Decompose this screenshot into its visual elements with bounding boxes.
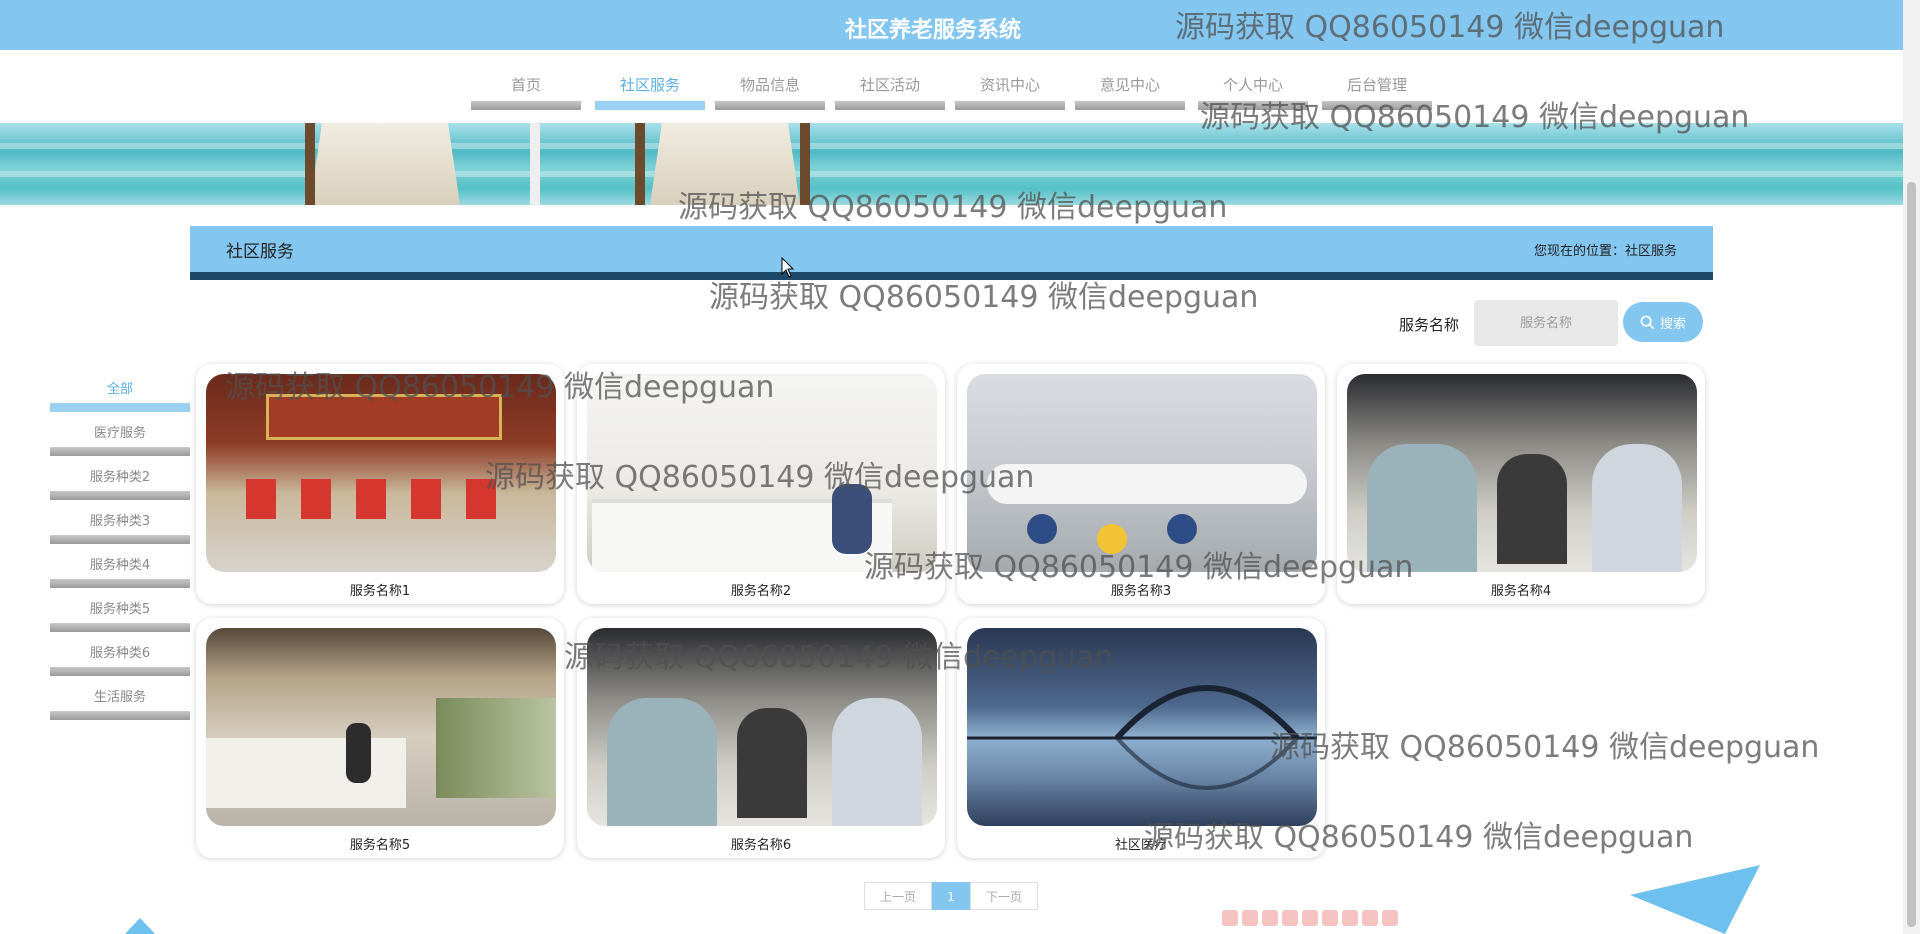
- site-title: 社区养老服务系统: [845, 18, 1022, 43]
- nav-item-label: 社区服务: [619, 76, 680, 94]
- watermark-text: 源码获取 QQ86050149 微信deepguan: [225, 370, 775, 405]
- search-button[interactable]: 搜索: [1623, 302, 1703, 342]
- category-label: 服务种类3: [89, 514, 151, 529]
- watermark-text: 源码获取 QQ86050149 微信deepguan: [864, 550, 1414, 585]
- category-label: 医疗服务: [93, 426, 146, 441]
- search-label: 服务名称: [1399, 316, 1460, 334]
- category-label: 服务种类4: [89, 558, 151, 573]
- beach-chair-image: [310, 123, 460, 205]
- nav-item-home[interactable]: 首页: [471, 74, 581, 110]
- category-type-2[interactable]: 服务种类2: [50, 456, 190, 500]
- category-label: 生活服务: [93, 690, 146, 705]
- nav-item-community-activities[interactable]: 社区活动: [835, 74, 945, 110]
- nav-item-feedback-center[interactable]: 意见中心: [1075, 74, 1185, 110]
- service-card[interactable]: 服务名称5: [196, 618, 564, 858]
- service-name: 服务名称5: [349, 838, 411, 853]
- decorative-triangle: [125, 918, 155, 934]
- decorative-triangle: [1630, 865, 1760, 934]
- category-type-4[interactable]: 服务种类4: [50, 544, 190, 588]
- nav-item-label: 意见中心: [1099, 76, 1160, 94]
- next-page-button[interactable]: 下一页: [970, 882, 1038, 910]
- vertical-scrollbar[interactable]: [1903, 0, 1920, 934]
- section-title: 社区服务: [226, 242, 294, 262]
- category-medical-service[interactable]: 医疗服务: [50, 412, 190, 456]
- search-button-label: 搜索: [1659, 316, 1686, 332]
- search-icon: [1640, 315, 1655, 329]
- category-label: 服务种类6: [89, 646, 151, 661]
- category-all[interactable]: 全部: [50, 368, 190, 412]
- scrollbar-thumb[interactable]: [1907, 182, 1916, 927]
- mouse-cursor-icon: [781, 257, 795, 278]
- category-type-5[interactable]: 服务种类5: [50, 588, 190, 632]
- nav-item-news-center[interactable]: 资讯中心: [955, 74, 1065, 110]
- category-label: 全部: [106, 382, 133, 397]
- service-image[interactable]: [206, 628, 556, 826]
- watermark-text: 源码获取 QQ86050149 微信deepguan: [1200, 100, 1750, 135]
- watermark-text: 源码获取 QQ86050149 微信deepguan: [564, 640, 1114, 675]
- watermark-text: 源码获取 QQ86050149 微信deepguan: [1270, 730, 1820, 765]
- nav-item-label: 资讯中心: [979, 76, 1040, 94]
- pagination: 上一页 1 下一页: [864, 882, 1038, 910]
- service-name: 服务名称6: [730, 838, 792, 853]
- service-name: 服务名称1: [349, 584, 411, 599]
- nav-item-label: 社区活动: [859, 76, 920, 94]
- category-life-service[interactable]: 生活服务: [50, 676, 190, 720]
- watermark-text: 源码获取 QQ86050149 微信deepguan: [485, 460, 1035, 495]
- search-input[interactable]: [1474, 300, 1618, 346]
- watermark-text: 源码获取 QQ86050149 微信deepguan: [1175, 10, 1725, 45]
- category-label: 服务种类5: [89, 602, 151, 617]
- watermark-text: 源码获取 QQ86050149 微信deepguan: [1144, 820, 1694, 855]
- category-type-3[interactable]: 服务种类3: [50, 500, 190, 544]
- nav-item-community-service[interactable]: 社区服务: [595, 74, 705, 110]
- nav-item-label: 首页: [510, 76, 541, 94]
- umbrella-pole-image: [530, 123, 540, 205]
- category-type-6[interactable]: 服务种类6: [50, 632, 190, 676]
- page-number-button[interactable]: 1: [932, 882, 970, 910]
- prev-page-button[interactable]: 上一页: [864, 882, 932, 910]
- nav-item-label: 物品信息: [739, 76, 800, 94]
- nav-item-goods-info[interactable]: 物品信息: [715, 74, 825, 110]
- breadcrumb: 您现在的位置：社区服务: [1533, 244, 1677, 259]
- watermark-text: 源码获取 QQ86050149 微信deepguan: [678, 190, 1228, 225]
- category-label: 服务种类2: [89, 470, 151, 485]
- ime-toolbar[interactable]: [1222, 910, 1398, 926]
